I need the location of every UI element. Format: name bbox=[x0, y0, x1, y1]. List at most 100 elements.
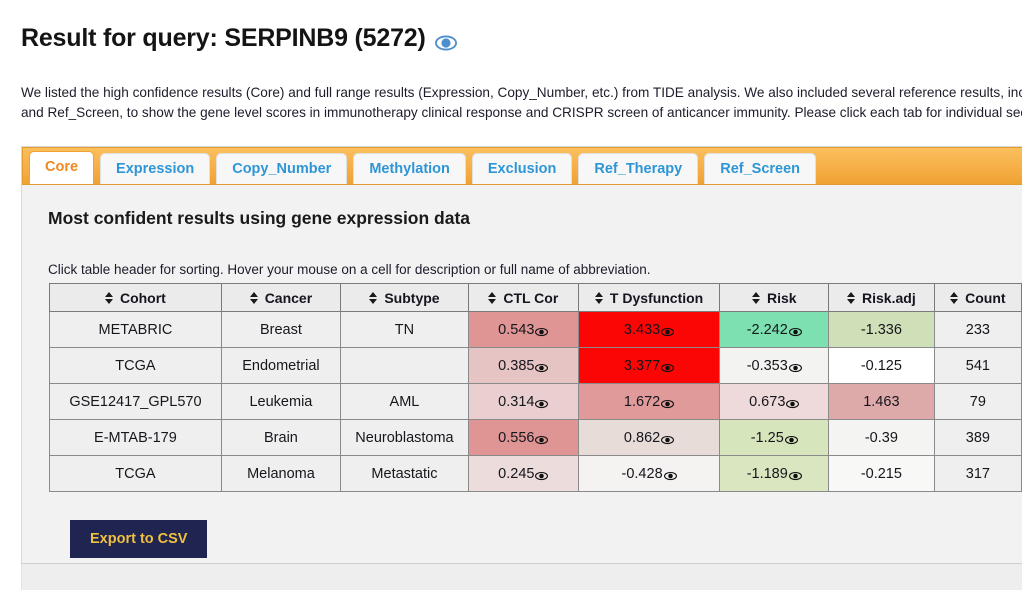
sort-arrows-icon[interactable] bbox=[369, 291, 378, 305]
sort-arrows-icon[interactable] bbox=[104, 291, 114, 305]
cell-t-dysfunction[interactable]: 3.433 bbox=[577, 311, 721, 348]
cell-t-dysfunction[interactable]: 0.862 bbox=[577, 419, 721, 456]
eye-icon[interactable] bbox=[788, 469, 802, 481]
cell-subtype[interactable]: TN bbox=[340, 311, 469, 348]
eye-icon[interactable] bbox=[535, 433, 549, 445]
eye-icon[interactable] bbox=[661, 397, 675, 409]
tab-label: Ref_Therapy bbox=[594, 161, 683, 177]
column-header-t-dysfunction[interactable]: T Dysfunction bbox=[577, 283, 721, 312]
table-row: TCGA Endometrial 0.385 3.377 -0.353 -0.125 541 bbox=[49, 347, 1022, 384]
cell-t-dysfunction[interactable]: 1.672 bbox=[577, 383, 721, 420]
cell-risk-adj[interactable]: -0.215 bbox=[828, 455, 935, 492]
cell-risk-adj[interactable]: -1.336 bbox=[828, 311, 935, 348]
eye-icon[interactable] bbox=[788, 361, 802, 373]
page-root: Result for query: SERPINB9 (5272) We lis… bbox=[0, 0, 1022, 590]
column-header-risk[interactable]: Risk bbox=[719, 283, 830, 312]
cell-value: 0.862 bbox=[623, 429, 661, 446]
cell-risk[interactable]: -1.189 bbox=[719, 455, 830, 492]
cell-cancer[interactable]: Breast bbox=[220, 311, 342, 348]
sort-arrows-icon[interactable] bbox=[847, 291, 856, 305]
tab-expression[interactable]: Expression bbox=[100, 153, 211, 184]
column-header-label: Count bbox=[965, 289, 1006, 306]
eye-icon[interactable] bbox=[535, 325, 549, 337]
sort-arrows-icon[interactable] bbox=[249, 291, 259, 305]
cell-cohort[interactable]: TCGA bbox=[49, 347, 222, 384]
tab-core[interactable]: Core bbox=[29, 151, 95, 184]
cell-value: 0.385 bbox=[498, 357, 535, 374]
cell-ctl-cor[interactable]: 0.245 bbox=[467, 455, 579, 492]
cell-ctl-cor[interactable]: 0.543 bbox=[467, 311, 579, 348]
column-header-subtype[interactable]: Subtype bbox=[340, 283, 469, 312]
tab-ref-therapy[interactable]: Ref_Therapy bbox=[578, 153, 699, 184]
cell-t-dysfunction[interactable]: 3.377 bbox=[577, 347, 721, 384]
cell-value: 79 bbox=[969, 393, 986, 410]
cell-value: 0.556 bbox=[498, 429, 535, 446]
tab-label: Methylation bbox=[369, 161, 450, 177]
column-header-cancer[interactable]: Cancer bbox=[220, 283, 342, 312]
column-header-ctl-cor[interactable]: CTL Cor bbox=[467, 283, 579, 312]
eye-icon[interactable] bbox=[661, 433, 675, 445]
cell-value: AML bbox=[389, 393, 420, 410]
cell-risk-adj[interactable]: 1.463 bbox=[828, 383, 935, 420]
page-title-text: Result for query: SERPINB9 (5272) bbox=[21, 24, 426, 52]
cell-value: Metastatic bbox=[371, 465, 438, 482]
sort-arrows-icon[interactable] bbox=[594, 291, 604, 305]
cell-cancer[interactable]: Melanoma bbox=[220, 455, 342, 492]
cell-ctl-cor[interactable]: 0.385 bbox=[467, 347, 579, 384]
cell-cancer[interactable]: Leukemia bbox=[220, 383, 342, 420]
tab-exclusion[interactable]: Exclusion bbox=[471, 153, 573, 184]
cell-subtype[interactable]: Neuroblastoma bbox=[340, 419, 469, 456]
export-to-csv-button[interactable]: Export to CSV bbox=[70, 520, 208, 558]
cell-risk-adj[interactable]: -0.39 bbox=[828, 419, 935, 456]
column-header-label: Cancer bbox=[264, 289, 313, 306]
column-header-count[interactable]: Count bbox=[933, 283, 1022, 312]
cell-value: TCGA bbox=[115, 465, 156, 482]
cell-subtype[interactable]: Metastatic bbox=[340, 455, 469, 492]
cell-ctl-cor[interactable]: 0.556 bbox=[467, 419, 579, 456]
cell-cancer[interactable]: Endometrial bbox=[220, 347, 342, 384]
column-header-risk-adj[interactable]: Risk.adj bbox=[828, 283, 935, 312]
tab-methylation[interactable]: Methylation bbox=[353, 153, 466, 184]
tab-copy-number[interactable]: Copy_Number bbox=[216, 153, 348, 184]
cell-ctl-cor[interactable]: 0.314 bbox=[467, 383, 579, 420]
page-description-line-1: We listed the high confidence results (C… bbox=[21, 85, 1022, 100]
cell-cohort[interactable]: E-MTAB-179 bbox=[49, 419, 222, 456]
cell-risk-adj[interactable]: -0.125 bbox=[828, 347, 935, 384]
eye-icon[interactable] bbox=[661, 361, 675, 373]
eye-icon[interactable] bbox=[663, 469, 677, 481]
cell-value: Melanoma bbox=[247, 465, 315, 482]
tab-ref-screen[interactable]: Ref_Screen bbox=[704, 153, 817, 184]
eye-icon[interactable] bbox=[535, 361, 549, 373]
cell-risk[interactable]: -0.353 bbox=[719, 347, 830, 384]
column-header-cohort[interactable]: Cohort bbox=[49, 283, 222, 312]
eye-icon[interactable] bbox=[434, 30, 457, 52]
cell-subtype[interactable] bbox=[340, 347, 469, 384]
cell-subtype[interactable]: AML bbox=[340, 383, 469, 420]
cell-count[interactable]: 317 bbox=[933, 455, 1022, 492]
sort-arrows-icon[interactable] bbox=[751, 291, 761, 305]
column-header-label: Risk bbox=[766, 289, 797, 306]
eye-icon[interactable] bbox=[788, 325, 802, 337]
eye-icon[interactable] bbox=[784, 433, 798, 445]
sort-arrows-icon[interactable] bbox=[488, 291, 497, 305]
cell-cancer[interactable]: Brain bbox=[220, 419, 342, 456]
cell-risk[interactable]: 0.673 bbox=[719, 383, 830, 420]
eye-icon[interactable] bbox=[535, 469, 549, 481]
cell-risk[interactable]: -1.25 bbox=[719, 419, 830, 456]
cell-t-dysfunction[interactable]: -0.428 bbox=[577, 455, 721, 492]
tab-label: Exclusion bbox=[487, 161, 557, 177]
cell-cohort[interactable]: METABRIC bbox=[49, 311, 222, 348]
cell-cohort[interactable]: GSE12417_GPL570 bbox=[49, 383, 222, 420]
sort-arrows-icon[interactable] bbox=[950, 291, 959, 305]
eye-icon[interactable] bbox=[786, 397, 800, 409]
cell-value: -0.353 bbox=[746, 357, 788, 374]
cell-count[interactable]: 389 bbox=[933, 419, 1022, 456]
cell-count[interactable]: 233 bbox=[933, 311, 1022, 348]
cell-risk[interactable]: -2.242 bbox=[719, 311, 830, 348]
eye-icon[interactable] bbox=[661, 325, 675, 337]
cell-value: 317 bbox=[965, 465, 990, 482]
cell-cohort[interactable]: TCGA bbox=[49, 455, 222, 492]
cell-count[interactable]: 79 bbox=[933, 383, 1022, 420]
cell-count[interactable]: 541 bbox=[933, 347, 1022, 384]
eye-icon[interactable] bbox=[535, 397, 549, 409]
